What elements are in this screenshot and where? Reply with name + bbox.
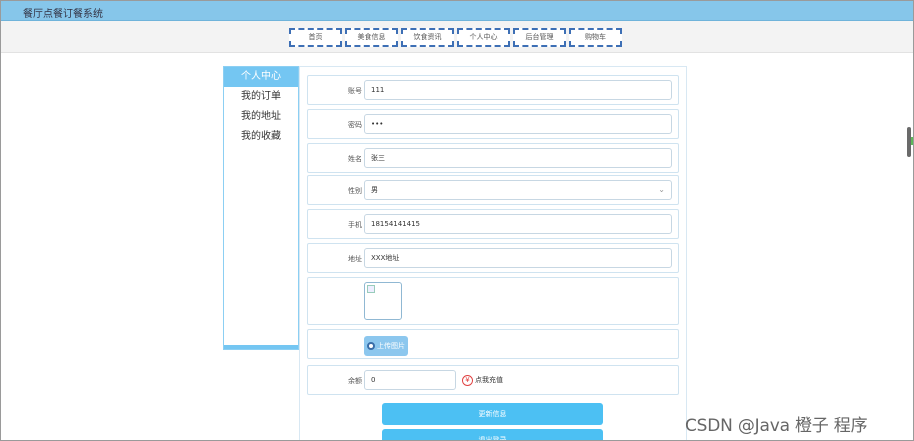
password-row: 密码 •••: [307, 109, 679, 139]
upload-image-button[interactable]: 上传图片: [364, 336, 408, 356]
account-label: 账号: [348, 87, 362, 95]
sidebar-item-my-orders[interactable]: 我的订单: [224, 87, 298, 107]
recharge-link[interactable]: ¥ 点我充值: [462, 374, 503, 386]
upload-row: 上传图片: [307, 329, 679, 359]
avatar-row: [307, 277, 679, 325]
nav-item-cart[interactable]: 购物车: [569, 28, 622, 47]
name-label: 姓名: [348, 155, 362, 163]
update-info-button[interactable]: 更新信息: [382, 403, 603, 425]
scroll-marker: [911, 137, 913, 145]
gender-select[interactable]: 男 ⌄: [364, 180, 672, 200]
password-field[interactable]: •••: [364, 114, 672, 134]
gender-row: 性别 男 ⌄: [307, 175, 679, 205]
phone-label: 手机: [348, 221, 362, 229]
chevron-down-icon: ⌄: [658, 185, 665, 194]
balance-label: 余额: [348, 377, 362, 385]
sidebar-item-my-address[interactable]: 我的地址: [224, 107, 298, 127]
address-row: 地址 XXX地址: [307, 243, 679, 273]
phone-row: 手机 18154141415: [307, 209, 679, 239]
watermark: CSDN @Java 橙子 程序: [685, 416, 868, 436]
phone-field[interactable]: 18154141415: [364, 214, 672, 234]
logout-button[interactable]: 退出登录: [382, 429, 603, 440]
yen-icon: ¥: [462, 375, 473, 386]
sidebar-item-my-favorites[interactable]: 我的收藏: [224, 127, 298, 147]
app-title: 餐厅点餐订餐系统: [23, 9, 103, 20]
balance-field: 0: [364, 370, 456, 390]
account-field[interactable]: 111: [364, 80, 672, 100]
app-frame: 餐厅点餐订餐系统 首页 美食信息 饮食资讯 个人中心 后台管理 购物车 个人中心…: [0, 0, 914, 441]
name-field[interactable]: 张三: [364, 148, 672, 168]
recharge-label: 点我充值: [475, 376, 503, 384]
sidebar-bottom-bar: [224, 345, 298, 349]
nav-item-food-info[interactable]: 美食信息: [345, 28, 398, 47]
sidebar: 个人中心 我的订单 我的地址 我的收藏: [223, 66, 299, 350]
address-field[interactable]: XXX地址: [364, 248, 672, 268]
nav-item-personal-center[interactable]: 个人中心: [457, 28, 510, 47]
nav-item-food-news[interactable]: 饮食资讯: [401, 28, 454, 47]
avatar-image: [364, 282, 402, 320]
gender-selected-value: 男: [371, 186, 378, 194]
account-row: 账号 111: [307, 75, 679, 105]
balance-row: 余额 0 ¥ 点我充值: [307, 365, 679, 395]
upload-icon: [367, 342, 375, 350]
title-bar: 餐厅点餐订餐系统: [1, 1, 913, 21]
password-label: 密码: [348, 121, 362, 129]
broken-image-icon: [367, 285, 375, 293]
nav-item-admin[interactable]: 后台管理: [513, 28, 566, 47]
nav-item-home[interactable]: 首页: [289, 28, 342, 47]
sidebar-item-personal-center[interactable]: 个人中心: [224, 67, 298, 87]
upload-button-label: 上传图片: [377, 342, 405, 350]
gender-label: 性别: [348, 187, 362, 195]
top-nav: 首页 美食信息 饮食资讯 个人中心 后台管理 购物车: [1, 21, 913, 53]
address-label: 地址: [348, 255, 362, 263]
name-row: 姓名 张三: [307, 143, 679, 173]
